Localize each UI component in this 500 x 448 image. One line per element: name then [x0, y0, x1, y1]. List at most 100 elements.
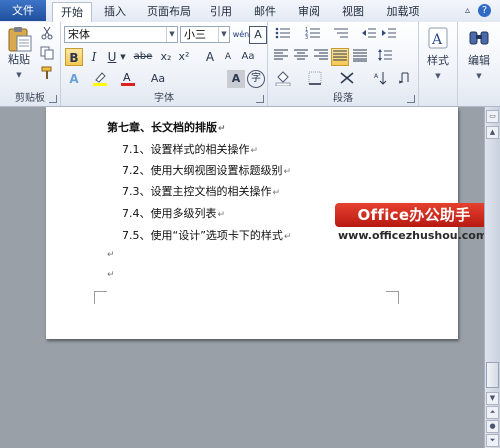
superscript-button[interactable]: x² — [175, 48, 193, 66]
scroll-thumb[interactable] — [486, 362, 499, 388]
ribbon: 粘贴 ▼ 剪贴板 宋体 ▼ 小三 ▼ wén A B I U ▼ abe x₂ … — [0, 22, 500, 107]
show-marks-button[interactable] — [396, 70, 414, 88]
strikethrough-button[interactable]: abe — [131, 48, 155, 66]
font-size-dropdown-icon[interactable]: ▼ — [218, 27, 229, 42]
character-shading-button[interactable]: A — [227, 70, 245, 88]
copy-icon — [40, 46, 54, 60]
clear-formatting-button[interactable]: Aa — [149, 70, 167, 88]
chinese-layout-button[interactable] — [338, 70, 356, 88]
paragraph-launcher-icon[interactable] — [407, 95, 415, 103]
styles-button[interactable]: A 样式 ▼ — [422, 26, 454, 81]
list-item[interactable]: 7.1、设置样式的相关操作↵ — [122, 141, 258, 157]
list-item[interactable]: 7.4、使用多级列表↵ — [122, 205, 225, 221]
tab-review[interactable]: 审阅 — [292, 2, 326, 21]
tab-references[interactable]: 引用 — [204, 2, 238, 21]
paste-dropdown-icon[interactable]: ▼ — [16, 71, 21, 79]
bullets-icon — [275, 27, 290, 39]
paragraph-mark: ↵ — [283, 167, 292, 177]
decrease-indent-icon — [362, 28, 376, 38]
change-case-button[interactable]: Aa — [237, 48, 259, 66]
phonetic-guide-button[interactable]: wén — [232, 26, 250, 44]
next-page-icon[interactable]: ⏷ — [486, 434, 499, 447]
tab-insert[interactable]: 插入 — [98, 2, 132, 21]
tab-mailings[interactable]: 邮件 — [248, 2, 282, 21]
list-item[interactable]: 7.2、使用大纲视图设置标题级别↵ — [122, 162, 291, 178]
font-name-combo[interactable]: 宋体 ▼ — [64, 26, 178, 43]
group-paragraph: 123 A 段落 — [268, 22, 419, 106]
multilevel-list-button[interactable] — [332, 26, 350, 44]
scissors-icon — [41, 26, 53, 40]
svg-text:A: A — [431, 32, 443, 48]
underline-dropdown-icon[interactable]: ▼ — [118, 48, 128, 66]
italic-button[interactable]: I — [85, 48, 103, 66]
borders-button[interactable] — [306, 70, 324, 88]
font-color-button[interactable]: A — [119, 70, 137, 88]
decrease-indent-button[interactable] — [360, 26, 378, 44]
tab-file[interactable]: 文件 — [0, 0, 46, 21]
list-item[interactable]: 7.5、使用“设计”选项卡下的样式↵ — [122, 227, 291, 243]
brush-icon — [41, 66, 52, 79]
tab-view[interactable]: 视图 — [336, 2, 370, 21]
select-browse-object-icon[interactable]: ● — [486, 420, 499, 433]
styles-icon: A — [428, 27, 448, 49]
clipboard-launcher-icon[interactable] — [49, 95, 57, 103]
format-painter-button[interactable] — [38, 66, 56, 84]
bold-button[interactable]: B — [65, 48, 83, 66]
styles-dropdown-icon[interactable]: ▼ — [435, 72, 440, 80]
editing-dropdown-icon[interactable]: ▼ — [476, 72, 481, 80]
scroll-down-icon[interactable]: ▼ — [486, 392, 499, 405]
chapter-heading-text: 第七章、长文档的排版 — [107, 121, 217, 134]
shading-button[interactable] — [274, 70, 292, 88]
align-center-icon — [294, 49, 308, 60]
align-right-button[interactable] — [312, 48, 330, 66]
font-name-value: 宋体 — [68, 28, 90, 41]
tab-addins[interactable]: 加载项 — [380, 2, 426, 21]
sort-button[interactable]: A — [372, 70, 390, 88]
cut-button[interactable] — [38, 26, 56, 44]
shrink-font-button[interactable]: A — [219, 48, 237, 66]
bullets-button[interactable] — [274, 26, 292, 44]
empty-paragraph[interactable]: ↵ — [106, 247, 115, 260]
multilevel-list-icon — [334, 28, 348, 38]
line-spacing-icon — [378, 49, 392, 61]
tab-home[interactable]: 开始 — [52, 2, 92, 22]
empty-paragraph[interactable]: ↵ — [106, 267, 115, 280]
line-spacing-button[interactable] — [376, 48, 394, 66]
justify-button[interactable] — [331, 48, 349, 66]
character-border-button[interactable]: A — [249, 26, 267, 44]
minimize-ribbon-icon[interactable]: ▵ — [460, 3, 475, 18]
chapter-heading[interactable]: 第七章、长文档的排版↵ — [107, 119, 226, 135]
group-font: 宋体 ▼ 小三 ▼ wén A B I U ▼ abe x₂ x² A A Aa… — [61, 22, 268, 106]
copy-button[interactable] — [38, 46, 56, 64]
watermark-url: www.officezhushou.com — [338, 229, 488, 242]
highlight-button[interactable] — [91, 70, 109, 88]
scroll-up-icon[interactable]: ▲ — [486, 126, 499, 139]
paragraph-group-label: 段落 — [333, 93, 353, 104]
align-center-button[interactable] — [292, 48, 310, 66]
font-name-dropdown-icon[interactable]: ▼ — [166, 27, 177, 42]
grow-font-button[interactable]: A — [201, 48, 219, 66]
font-launcher-icon[interactable] — [256, 95, 264, 103]
svg-text:3: 3 — [305, 35, 308, 40]
list-item-text: 7.2、使用大纲视图设置标题级别 — [122, 164, 283, 177]
list-item-text: 7.1、设置样式的相关操作 — [122, 143, 250, 156]
paragraph-mark: ↵ — [272, 188, 281, 198]
paste-button[interactable]: 粘贴 ▼ — [2, 25, 36, 80]
list-item[interactable]: 7.3、设置主控文档的相关操作↵ — [122, 183, 280, 199]
previous-page-icon[interactable]: ⏶ — [486, 406, 499, 419]
numbering-button[interactable]: 123 — [304, 26, 322, 44]
margin-corner-mark — [386, 291, 399, 304]
borders-icon — [308, 71, 322, 85]
ruler-toggle-icon[interactable]: ▭ — [486, 110, 499, 123]
enclose-characters-button[interactable]: 字 — [247, 70, 265, 88]
align-left-button[interactable] — [272, 48, 290, 66]
font-size-combo[interactable]: 小三 ▼ — [180, 26, 230, 43]
help-icon[interactable]: ? — [478, 4, 491, 17]
distributed-button[interactable] — [351, 48, 369, 66]
text-effects-button[interactable]: A — [65, 70, 83, 88]
editing-button[interactable]: 编辑 ▼ — [462, 26, 496, 81]
increase-indent-button[interactable] — [380, 26, 398, 44]
subscript-button[interactable]: x₂ — [157, 48, 175, 66]
tab-page-layout[interactable]: 页面布局 — [140, 2, 198, 21]
paragraph-mark: ↵ — [107, 270, 115, 280]
